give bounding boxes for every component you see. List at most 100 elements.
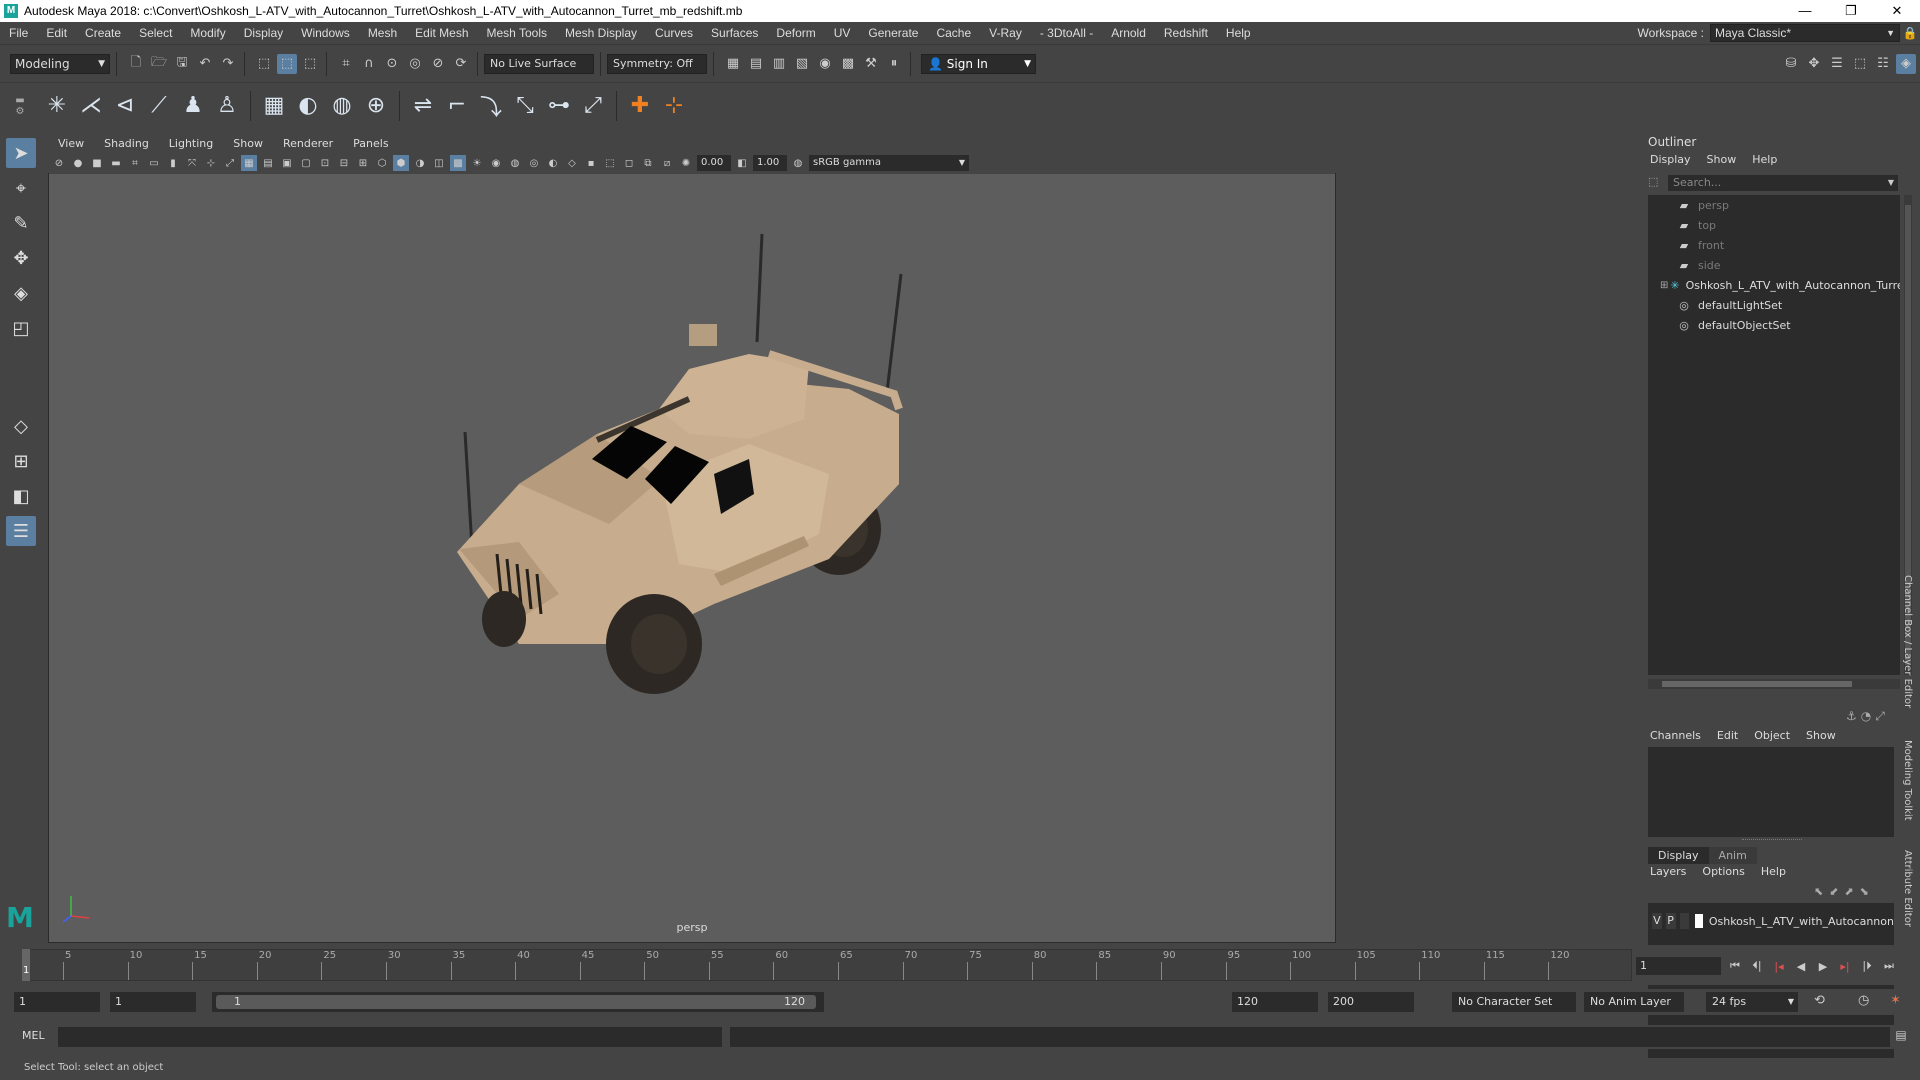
layer-playback-toggle[interactable]: P: [1665, 913, 1676, 929]
menu-surfaces[interactable]: Surfaces: [702, 26, 767, 40]
new-layer-icon[interactable]: ⬈: [1844, 885, 1853, 898]
constraint-aim-icon[interactable]: ⊶: [544, 91, 574, 121]
go-to-end-icon[interactable]: ⏭: [1878, 955, 1900, 977]
cluster-icon[interactable]: ◐: [293, 91, 323, 121]
locator-icon[interactable]: ✚: [625, 91, 655, 121]
bounding-box-icon[interactable]: ⊞: [355, 155, 371, 171]
exposure-icon[interactable]: ✺: [678, 155, 694, 171]
tab-display[interactable]: Display: [1648, 847, 1709, 864]
menu-edit[interactable]: Edit: [37, 26, 76, 40]
ik-spline-icon[interactable]: ⊲: [110, 91, 140, 121]
current-frame-field[interactable]: 1: [1636, 957, 1721, 975]
menu-3dtoall[interactable]: - 3DtoAll -: [1031, 26, 1102, 40]
step-back-icon[interactable]: ⏴|: [1746, 955, 1768, 977]
channel-menu-object[interactable]: Object: [1746, 729, 1798, 747]
anim-prefs-icon[interactable]: ✶: [1890, 993, 1901, 1008]
constraint-orient-icon[interactable]: ⤵: [476, 91, 506, 121]
character-controls-icon[interactable]: ✥: [1804, 54, 1824, 74]
resolution-gate-icon[interactable]: ▮: [165, 155, 181, 171]
joint-tool-icon[interactable]: ✳: [42, 91, 72, 121]
humanik-icon[interactable]: ♙: [212, 91, 242, 121]
smooth-shade-all-icon[interactable]: ⬢: [393, 155, 409, 171]
redshift-render-icon[interactable]: ▩: [838, 54, 858, 74]
render-frame-icon[interactable]: ▤: [746, 54, 766, 74]
camera-attributes-icon[interactable]: ●: [70, 155, 86, 171]
constraint-parent-icon[interactable]: ⇌: [408, 91, 438, 121]
menu-redshift[interactable]: Redshift: [1155, 26, 1217, 40]
outliner-toggle-icon[interactable]: ◈: [1896, 53, 1916, 74]
isolate-select-icon[interactable]: ◇: [564, 155, 580, 171]
move-layer-up-icon[interactable]: ⬉: [1814, 885, 1823, 898]
snap-point-icon[interactable]: ⊙: [382, 54, 402, 74]
channel-menu-show[interactable]: Show: [1798, 729, 1844, 747]
open-scene-icon[interactable]: 🗁: [149, 54, 169, 74]
layer-menu-options[interactable]: Options: [1694, 865, 1752, 883]
wire-deformer-icon[interactable]: ⊕: [361, 91, 391, 121]
menu-vray[interactable]: V-Ray: [980, 26, 1031, 40]
save-scene-icon[interactable]: 🖫: [172, 54, 192, 74]
channel-menu-edit[interactable]: Edit: [1709, 729, 1746, 747]
select-camera-icon[interactable]: ⊘: [51, 155, 67, 171]
split-handle[interactable]: [1742, 839, 1802, 842]
bookmark-icon[interactable]: ■: [89, 155, 105, 171]
symmetry-field[interactable]: Symmetry: Off: [607, 53, 707, 74]
range-bar[interactable]: 1 120: [212, 992, 824, 1012]
menu-set-select[interactable]: Modeling ▼: [10, 53, 110, 74]
menu-deform[interactable]: Deform: [767, 26, 824, 40]
xray-active-icon[interactable]: ⬚: [602, 155, 618, 171]
move-tool-icon[interactable]: ✥: [6, 243, 36, 273]
bind-skin-icon[interactable]: ⟋: [144, 91, 174, 121]
tab-channel-box-layer-editor[interactable]: Channel Box / Layer Editor: [1902, 575, 1913, 708]
minimize-button[interactable]: —: [1782, 0, 1828, 22]
outliner-menu-display[interactable]: Display: [1642, 153, 1699, 171]
xray-icon[interactable]: ▢: [298, 155, 314, 171]
fps-select[interactable]: 24 fps ▼: [1706, 992, 1798, 1012]
layer-display-type-toggle[interactable]: [1679, 913, 1690, 929]
outliner-item-persp[interactable]: ▰ persp: [1648, 195, 1900, 215]
snap-curve-icon[interactable]: ∩: [359, 54, 379, 74]
script-editor-icon[interactable]: ▤: [1892, 1028, 1910, 1046]
viewport-3d[interactable]: persp: [49, 174, 1335, 942]
lock-icon[interactable]: 🔒: [1900, 26, 1920, 40]
paint-select-tool-icon[interactable]: ✎: [6, 208, 36, 238]
animation-start-field[interactable]: 1: [14, 992, 100, 1012]
outliner-item-defaultobjectset[interactable]: ◎ defaultObjectSet: [1648, 315, 1900, 335]
menu-arnold[interactable]: Arnold: [1102, 26, 1155, 40]
locator-constrain-icon[interactable]: ⊹: [659, 91, 689, 121]
outliner-item-vehicle[interactable]: ⊞ ✳ Oshkosh_L_ATV_with_Autocannon_Turret: [1648, 275, 1900, 295]
menu-uv[interactable]: UV: [825, 26, 860, 40]
loop-icon[interactable]: ⟲: [1814, 993, 1825, 1008]
next-key-icon[interactable]: ▸|: [1834, 955, 1856, 977]
redshift-ipr-icon[interactable]: ⚒: [861, 54, 881, 74]
current-time-marker[interactable]: 1: [22, 949, 30, 981]
mel-label[interactable]: MEL: [22, 1029, 45, 1042]
go-to-start-icon[interactable]: ⏮: [1724, 955, 1746, 977]
depth-of-field-icon[interactable]: ◐: [545, 155, 561, 171]
menu-mesh-display[interactable]: Mesh Display: [556, 26, 646, 40]
outliner-layout-icon[interactable]: ☰: [6, 516, 36, 546]
menu-curves[interactable]: Curves: [646, 26, 702, 40]
speed-icon[interactable]: ◔: [1861, 709, 1871, 724]
gamma-icon[interactable]: ◧: [734, 155, 750, 171]
playback-start-field[interactable]: 1: [110, 992, 196, 1012]
backface-icon[interactable]: ⧄: [659, 155, 675, 171]
move-layer-down-icon[interactable]: ⬋: [1829, 885, 1838, 898]
select-hierarchy-icon[interactable]: ⬚: [254, 54, 274, 74]
attribute-editor-icon[interactable]: ☰: [1827, 54, 1847, 74]
menu-create[interactable]: Create: [76, 26, 130, 40]
grid-toggle-icon[interactable]: ⌗: [127, 155, 143, 171]
tab-modeling-toolkit[interactable]: Modeling Toolkit: [1902, 740, 1913, 821]
gate-mask-icon[interactable]: ⤧: [184, 155, 200, 171]
filter-icon[interactable]: ⬚: [1648, 175, 1658, 188]
persp-outliner-layout-icon[interactable]: ◧: [6, 481, 36, 511]
snap-grid-icon[interactable]: ⌗: [336, 54, 356, 74]
menu-select[interactable]: Select: [130, 26, 181, 40]
wrap-deformer-icon[interactable]: ◍: [327, 91, 357, 121]
snap-live-icon[interactable]: ⊘: [428, 54, 448, 74]
gamma-field[interactable]: 1.00: [753, 155, 787, 171]
menu-edit-mesh[interactable]: Edit Mesh: [406, 26, 477, 40]
panel-menu-show[interactable]: Show: [223, 137, 273, 150]
menu-display[interactable]: Display: [235, 26, 292, 40]
four-view-layout-icon[interactable]: ⊞: [6, 446, 36, 476]
layer-row[interactable]: V P Oshkosh_L_ATV_with_Autocannon: [1648, 911, 1894, 931]
